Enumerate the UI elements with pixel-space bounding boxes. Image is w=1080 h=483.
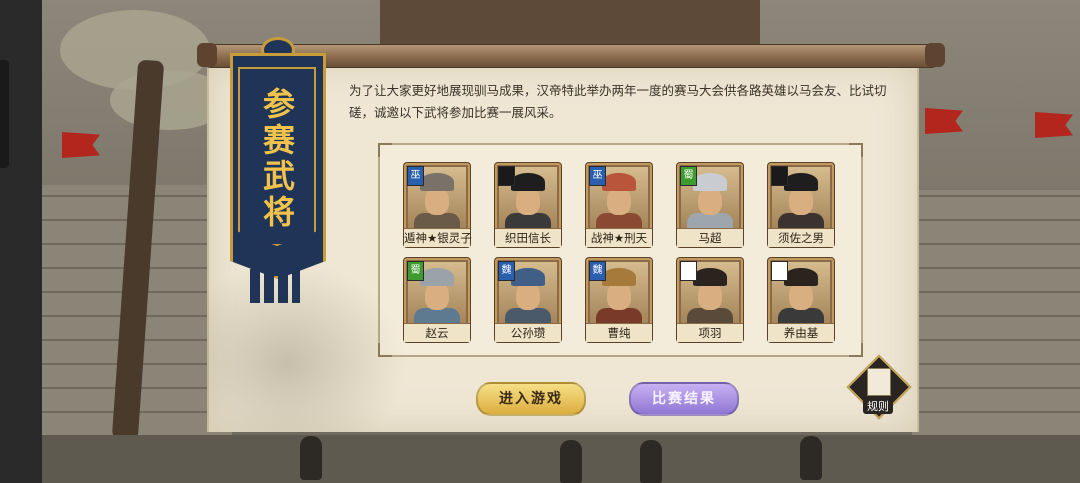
city-wall-right: [912, 190, 1080, 435]
portrait-body: [778, 308, 824, 324]
rules-button[interactable]: 规则: [846, 354, 912, 420]
general-name: 须佐之男: [768, 228, 834, 247]
general-card[interactable]: 魏公孙瓒: [495, 258, 561, 342]
portrait-body: [414, 213, 460, 229]
general-card[interactable]: 魏曹纯: [586, 258, 652, 342]
portrait-body: [687, 308, 733, 324]
scroll-icon: [867, 368, 891, 396]
portrait-body: [505, 213, 551, 229]
faction-badge: 巫: [589, 166, 606, 186]
rules-label: 规则: [863, 398, 893, 414]
portrait-headgear: [693, 268, 727, 286]
portrait-headgear: [602, 268, 636, 286]
frame-corner: [849, 343, 863, 357]
portrait-headgear: [511, 268, 545, 286]
portrait-body: [596, 308, 642, 324]
portrait-body: [414, 308, 460, 324]
general-name: 马超: [677, 228, 743, 247]
portrait-face: [607, 282, 631, 310]
red-flag: [925, 108, 963, 134]
portrait-face: [698, 187, 722, 215]
portrait-face: [516, 282, 540, 310]
enter-game-button[interactable]: 进入游戏: [476, 382, 586, 416]
portrait-headgear: [420, 268, 454, 286]
portrait-body: [505, 308, 551, 324]
frame-corner: [849, 143, 863, 157]
red-flag: [1035, 112, 1073, 138]
banner-title: 参赛武将: [258, 87, 296, 231]
soldier-figure: [640, 440, 662, 483]
device-notch: [0, 60, 9, 168]
portrait-body: [596, 213, 642, 229]
banner-tassels: [250, 269, 300, 303]
faction-badge: [771, 261, 788, 281]
faction-badge: [680, 261, 697, 281]
portrait-face: [516, 187, 540, 215]
portrait-face: [698, 282, 722, 310]
red-flag: [62, 132, 100, 158]
general-card[interactable]: 项羽: [677, 258, 743, 342]
faction-badge: [498, 166, 515, 186]
general-name: 养由基: [768, 323, 834, 342]
general-card[interactable]: 蜀赵云: [404, 258, 470, 342]
general-card[interactable]: 巫遁神★银灵子: [404, 163, 472, 247]
general-name: 遁神★银灵子: [404, 228, 472, 247]
general-card[interactable]: 养由基: [768, 258, 834, 342]
device-bezel: [0, 0, 42, 483]
faction-badge: 蜀: [407, 261, 424, 281]
portrait-headgear: [693, 173, 727, 191]
faction-badge: 魏: [589, 261, 606, 281]
general-name: 曹纯: [586, 323, 652, 342]
faction-badge: 魏: [498, 261, 515, 281]
soldier-figure: [800, 436, 822, 480]
general-name: 公孙瓒: [495, 323, 561, 342]
portrait-face: [425, 187, 449, 215]
general-card[interactable]: 织田信长: [495, 163, 561, 247]
participants-banner: 参赛武将: [226, 37, 326, 303]
scroll-cap-left: [197, 43, 217, 67]
portrait-body: [687, 213, 733, 229]
general-name: 项羽: [677, 323, 743, 342]
portrait-headgear: [784, 173, 818, 191]
portrait-headgear: [420, 173, 454, 191]
portrait-face: [607, 187, 631, 215]
portrait-headgear: [511, 173, 545, 191]
frame-corner: [378, 343, 392, 357]
faction-badge: [771, 166, 788, 186]
portrait-face: [425, 282, 449, 310]
soldier-figure: [300, 436, 322, 480]
portrait-face: [789, 187, 813, 215]
general-name: 织田信长: [495, 228, 561, 247]
event-description: 为了让大家更好地展现驯马成果，汉帝特此举办两年一度的赛马大会供各路英雄以马会友、…: [349, 83, 887, 120]
portrait-body: [778, 213, 824, 229]
general-name: 战神★刑天: [586, 228, 652, 247]
frame-corner: [378, 143, 392, 157]
portrait-face: [789, 282, 813, 310]
race-results-button[interactable]: 比赛结果: [629, 382, 739, 416]
faction-badge: 巫: [407, 166, 424, 186]
soldier-figure: [560, 440, 582, 483]
general-card[interactable]: 蜀马超: [677, 163, 743, 247]
general-card[interactable]: 巫战神★刑天: [586, 163, 652, 247]
general-card[interactable]: 须佐之男: [768, 163, 834, 247]
general-name: 赵云: [404, 323, 470, 342]
portrait-headgear: [602, 173, 636, 191]
faction-badge: 蜀: [680, 166, 697, 186]
portrait-headgear: [784, 268, 818, 286]
city-gate-tower: [380, 0, 760, 49]
scroll-cap-right: [925, 43, 945, 67]
